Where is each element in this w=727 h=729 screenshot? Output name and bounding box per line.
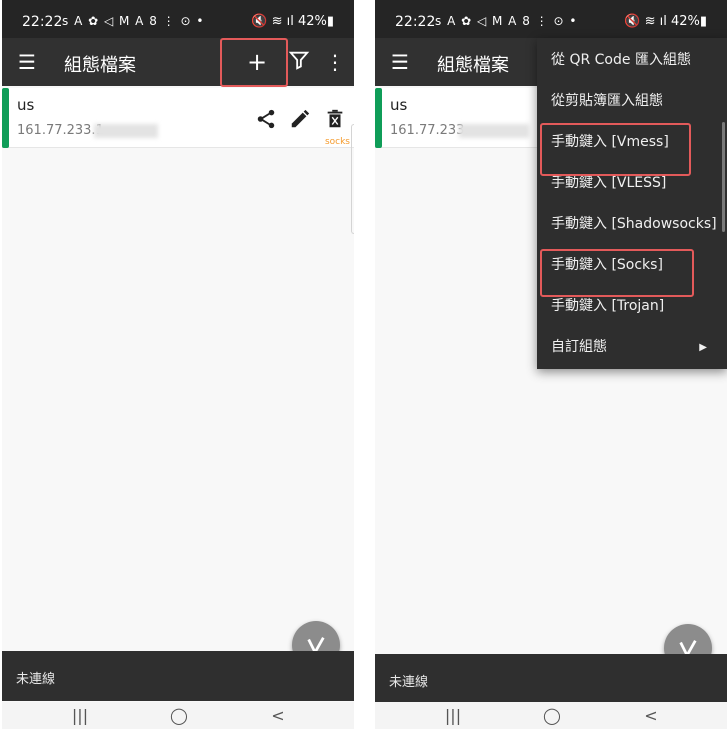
recents-icon[interactable]: ||| xyxy=(442,706,464,726)
status-bar: 22:22 s A ✿ ◁ M A 8 ⋮ ⊙ • 🔇 ≋ ıl 42%▮ xyxy=(375,0,727,38)
status-icons: s A ✿ ◁ M A 8 ⋮ ⊙ • xyxy=(62,14,205,28)
connection-status-bar[interactable]: 未連線 xyxy=(2,651,354,701)
profile-name: us xyxy=(17,96,35,114)
share-icon[interactable] xyxy=(255,108,277,130)
page-title: 組態檔案 xyxy=(437,55,509,76)
profile-address: 161.77.233. xyxy=(390,123,469,138)
connection-status-bar[interactable]: 未連線 xyxy=(375,654,727,704)
profile-name: us xyxy=(390,96,408,114)
home-icon[interactable]: ◯ xyxy=(168,706,190,726)
scrollbar[interactable] xyxy=(351,124,354,234)
highlight-add xyxy=(220,38,288,87)
protocol-badge: socks xyxy=(324,137,350,147)
profile-card[interactable]: us 161.77.233.1 socks xyxy=(2,88,354,148)
highlight-socks xyxy=(540,249,694,297)
redacted-port xyxy=(459,124,529,138)
page-title: 組態檔案 xyxy=(64,55,136,76)
status-icons: s A ✿ ◁ M A 8 ⋮ ⊙ • xyxy=(435,14,578,28)
menu-scrollbar[interactable] xyxy=(722,122,725,232)
more-options-icon[interactable]: ⋮ xyxy=(322,49,348,75)
selected-indicator xyxy=(375,88,382,148)
add-config-menu: 從 QR Code 匯入組態 從剪貼簿匯入組態 手動鍵入 [Vmess] 手動鍵… xyxy=(537,38,727,369)
hamburger-menu-icon[interactable]: ☰ xyxy=(14,49,40,75)
left-screenshot: 22:22 s A ✿ ◁ M A 8 ⋮ ⊙ • 🔇 ≋ ıl 42%▮ ☰ … xyxy=(2,0,354,729)
selected-indicator xyxy=(2,88,9,148)
home-icon[interactable]: ◯ xyxy=(541,706,563,726)
status-bar: 22:22 s A ✿ ◁ M A 8 ⋮ ⊙ • 🔇 ≋ ıl 42%▮ xyxy=(2,0,354,38)
status-right: 🔇 ≋ ıl 42%▮ xyxy=(251,14,334,29)
status-right: 🔇 ≋ ıl 42%▮ xyxy=(624,14,707,29)
filter-icon[interactable] xyxy=(286,49,312,75)
back-icon[interactable]: < xyxy=(267,706,289,726)
system-nav-bar: ||| ◯ < xyxy=(375,702,727,729)
profile-card[interactable]: us 161.77.233. xyxy=(375,88,537,148)
hamburger-menu-icon[interactable]: ☰ xyxy=(387,49,413,75)
app-bar: ☰ 組態檔案 + ⋮ xyxy=(2,38,354,86)
menu-item-clipboard-import[interactable]: 從剪貼簿匯入組態 xyxy=(537,81,727,122)
edit-icon[interactable] xyxy=(289,108,311,130)
status-time: 22:22 xyxy=(22,14,63,30)
back-icon[interactable]: < xyxy=(640,706,662,726)
recents-icon[interactable]: ||| xyxy=(69,706,91,726)
delete-icon[interactable] xyxy=(324,108,346,130)
profile-address: 161.77.233.1 xyxy=(17,123,104,138)
menu-item-qr-import[interactable]: 從 QR Code 匯入組態 xyxy=(537,40,727,81)
menu-item-shadowsocks[interactable]: 手動鍵入 [Shadowsocks] xyxy=(537,204,727,245)
connection-status: 未連線 xyxy=(389,675,429,690)
menu-item-custom-label: 自訂組態 xyxy=(551,339,607,355)
menu-item-custom[interactable]: 自訂組態 ▶ xyxy=(537,327,727,368)
highlight-vmess xyxy=(540,123,691,176)
submenu-arrow-icon: ▶ xyxy=(699,342,707,353)
redacted-port xyxy=(94,124,158,138)
status-time: 22:22 xyxy=(395,14,436,30)
system-nav-bar: ||| ◯ < xyxy=(2,702,354,729)
connection-status: 未連線 xyxy=(16,672,56,687)
